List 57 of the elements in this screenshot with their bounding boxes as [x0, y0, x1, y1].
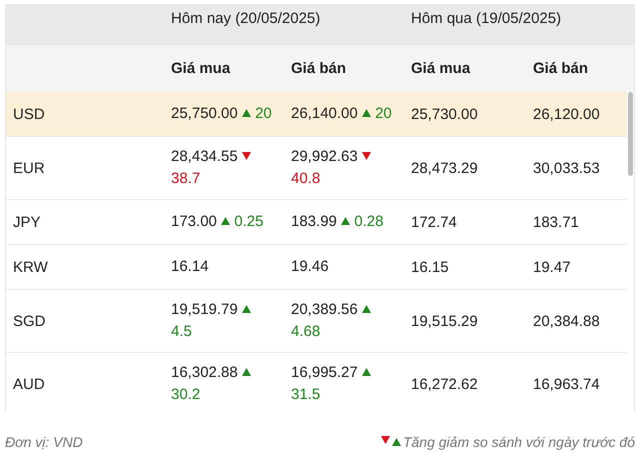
- currency-code: KRW: [12, 258, 49, 276]
- table-cell-text: 30,033.53: [532, 160, 601, 176]
- table-cell-text: 19.46: [290, 257, 330, 277]
- table-cell-text: 173.00 0.25: [170, 212, 264, 232]
- table-cell: 16,995.27 31.5: [284, 362, 404, 406]
- increase-icon: [242, 109, 251, 117]
- table-cell-text: 25,730.00: [410, 106, 479, 122]
- table-cell: 29,992.63 40.8: [284, 146, 404, 190]
- decrease-icon: [242, 152, 251, 160]
- table-cell-text: 16.14: [170, 257, 210, 277]
- table-cell-text: 26,120.00: [532, 106, 601, 122]
- increase-icon: [392, 438, 401, 446]
- table-cell-text: 16,963.74: [532, 376, 601, 392]
- currency-code: USD: [12, 106, 46, 122]
- table-cell-text: 26,140.00 20: [290, 104, 393, 124]
- column-header: Giá mua: [170, 60, 232, 77]
- table-cell-text: 19,515.29: [410, 312, 479, 330]
- increase-icon: [362, 305, 371, 313]
- table-cell: 16,302.88 30.2: [164, 362, 284, 406]
- table-row[interactable]: SGD 19,519.79 4.5 20,389.56 4.68 19,515.29 20,384.88: [6, 290, 627, 353]
- increase-icon: [221, 217, 230, 225]
- increase-icon: [362, 368, 371, 376]
- table-cell-text: 20,384.88: [532, 312, 601, 330]
- table-cell-text: 183.71: [532, 214, 580, 230]
- increase-icon: [242, 368, 251, 376]
- currency-code: EUR: [12, 160, 46, 176]
- increase-icon: [242, 305, 251, 313]
- table-row[interactable]: JPY 173.00 0.25 183.99 0.28 172.74 183.71: [6, 200, 627, 245]
- currency-code: JPY: [12, 214, 42, 230]
- table-cell-text: 28,473.29: [410, 160, 479, 176]
- table-cell: 20,389.56 4.68: [284, 299, 404, 343]
- column-group-header: Hôm nay (20/05/2025): [170, 10, 322, 27]
- scrollbar[interactable]: [628, 92, 633, 176]
- decrease-icon: [380, 436, 390, 444]
- legend-note: Tăng giảm so sánh với ngày trước đó: [402, 434, 635, 450]
- table-cell-text: 16,272.62: [410, 376, 479, 392]
- column-header: Giá bán: [532, 60, 590, 77]
- table-cell: 19,519.79 4.5: [164, 299, 284, 343]
- column-header: Giá bán: [290, 60, 348, 77]
- table-cell-text: 183.99 0.28: [290, 212, 384, 232]
- table-cell-text: 19.47: [532, 258, 572, 276]
- increase-icon: [341, 217, 350, 225]
- table-cell-text: 172.74: [410, 214, 458, 230]
- table-row[interactable]: USD 25,750.00 20 26,140.00 20 25,730.00 26,120.00: [6, 92, 627, 137]
- table-cell-text: 16.15: [410, 258, 450, 276]
- increase-icon: [362, 109, 371, 117]
- table-cell-text: 25,750.00 20: [170, 104, 273, 124]
- table-row[interactable]: EUR 28,434.55 38.7 29,992.63 40.8 28,473.29 30,033.53: [6, 137, 627, 200]
- table-row[interactable]: AUD 16,302.88 30.2 16,995.27 31.5 16,272.62 16,963.74: [6, 353, 627, 412]
- currency-code: SGD: [12, 312, 47, 330]
- column-group-header: Hôm qua (19/05/2025): [410, 10, 562, 27]
- currency-code: AUD: [12, 376, 46, 392]
- column-header: Giá mua: [410, 60, 472, 77]
- table-row[interactable]: KRW 16.14 19.46 16.15 19.47: [6, 245, 627, 290]
- decrease-icon: [362, 152, 371, 160]
- table-cell: 28,434.55 38.7: [164, 146, 284, 190]
- unit-note: Đơn vị: VND: [5, 434, 83, 450]
